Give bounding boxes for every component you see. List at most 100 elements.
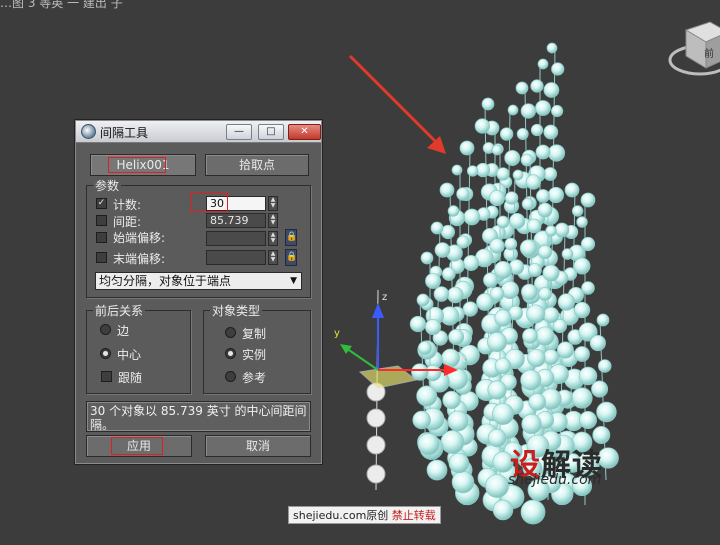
bead — [496, 167, 510, 181]
watermark-subtext: shejiedu.com — [508, 472, 602, 488]
end-offset-spinner[interactable]: ▲ ▼ — [268, 250, 278, 265]
bead — [447, 410, 469, 432]
start-offset-label: 始端偏移: — [113, 231, 166, 245]
watermark-url-text: shejiedu.com原创 — [293, 509, 389, 522]
bead — [522, 328, 538, 344]
spacing-spinner[interactable]: ▲ ▼ — [268, 213, 278, 228]
bead — [579, 411, 597, 429]
highlight-apply — [111, 437, 163, 455]
bead — [485, 474, 509, 498]
bead — [430, 221, 444, 235]
bead — [487, 428, 507, 448]
svg-text:x: x — [460, 354, 466, 365]
bead — [416, 293, 430, 307]
lock-icon[interactable]: 🔒 — [285, 249, 297, 266]
radio-copy[interactable] — [225, 327, 236, 338]
spacing-checkbox[interactable] — [96, 215, 107, 226]
count-label: 计数: — [113, 198, 142, 212]
radio-instance[interactable] — [225, 348, 236, 359]
svg-text:z: z — [382, 292, 387, 303]
bead-chain-left — [366, 289, 386, 491]
bead — [489, 190, 505, 206]
bead — [543, 349, 559, 365]
bead — [475, 162, 491, 178]
bead — [451, 470, 475, 494]
spacing-field[interactable]: 85.739 — [206, 213, 266, 228]
center-label: 中心 — [117, 348, 142, 362]
bead — [512, 169, 524, 181]
chevron-down-icon: ▼ — [290, 276, 297, 286]
cancel-button[interactable]: 取消 — [205, 435, 311, 457]
maximize-icon: □ — [266, 126, 276, 137]
bead — [426, 459, 448, 481]
distribution-value: 均匀分隔，对象位于端点 — [99, 274, 232, 288]
lock-icon[interactable]: 🔒 — [285, 229, 297, 246]
minimize-button[interactable]: — — [226, 124, 252, 140]
pick-points-button[interactable]: 拾取点 — [205, 154, 309, 176]
start-offset-field[interactable] — [206, 231, 266, 246]
count-spinner[interactable]: ▲ ▼ — [268, 196, 278, 211]
bead — [499, 127, 514, 141]
bead — [547, 186, 565, 204]
red-arrow-annotation — [348, 54, 446, 154]
bead — [417, 433, 440, 455]
bead — [442, 390, 461, 410]
bead — [535, 100, 551, 116]
bead — [535, 144, 551, 160]
bead — [554, 222, 570, 238]
distribution-select[interactable]: 均匀分隔，对象位于端点 ▼ — [95, 272, 302, 290]
close-button[interactable]: ✕ — [288, 124, 321, 140]
bead — [504, 237, 518, 251]
bead — [556, 341, 574, 359]
bead — [496, 215, 510, 229]
copy-label: 复制 — [242, 327, 267, 341]
radio-edge[interactable] — [100, 324, 111, 335]
watermark-warning: 禁止转载 — [391, 509, 436, 522]
bead — [527, 263, 542, 277]
follow-checkbox[interactable] — [101, 371, 112, 382]
object-type-title: 对象类型 — [210, 302, 263, 319]
bead — [520, 499, 546, 525]
count-checkbox[interactable]: ✓ — [96, 198, 107, 209]
highlight-pick-path — [108, 157, 166, 173]
end-offset-checkbox[interactable] — [96, 252, 107, 263]
bead — [542, 306, 560, 324]
bead — [492, 499, 514, 521]
bead — [494, 309, 512, 327]
bead — [536, 189, 550, 203]
bead — [409, 315, 427, 333]
end-offset-field[interactable] — [206, 250, 266, 265]
maximize-button[interactable]: □ — [258, 124, 284, 140]
viewcube-icon[interactable]: 前 — [668, 21, 720, 76]
bead — [492, 403, 514, 425]
bead — [494, 261, 512, 279]
title-bar[interactable]: 间隔工具 — □ ✕ — [76, 121, 321, 143]
reference-label: 参考 — [242, 371, 267, 385]
bead — [535, 326, 555, 346]
edge-label: 边 — [117, 324, 130, 338]
bead — [537, 58, 549, 70]
bead — [481, 97, 495, 111]
radio-center[interactable] — [100, 348, 111, 359]
start-offset-spinner[interactable]: ▲ ▼ — [268, 231, 278, 246]
bead — [581, 281, 595, 295]
radio-reference[interactable] — [225, 371, 236, 382]
bead — [528, 393, 546, 411]
bead — [578, 366, 598, 386]
start-offset-checkbox[interactable] — [96, 232, 107, 243]
bead — [537, 244, 553, 260]
bead — [441, 267, 456, 281]
bead — [574, 346, 590, 362]
bead — [489, 238, 505, 254]
bead — [561, 248, 574, 260]
chain-bead — [366, 464, 386, 484]
bead — [521, 198, 534, 210]
bead — [451, 164, 463, 176]
parameters-title: 参数 — [93, 177, 122, 194]
context-title: 前后关系 — [93, 302, 146, 319]
bead — [537, 202, 553, 218]
bead — [525, 174, 542, 190]
bead — [591, 380, 609, 398]
bead — [424, 318, 442, 336]
bead — [516, 128, 529, 140]
